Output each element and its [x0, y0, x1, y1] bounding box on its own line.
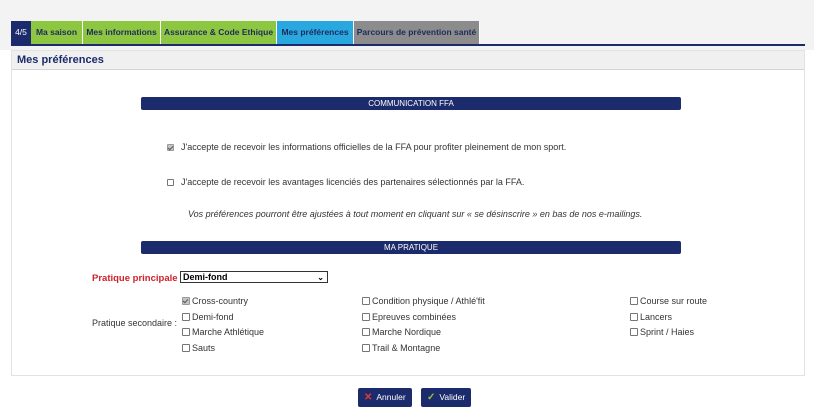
discipline-trail-montagne[interactable]: Trail & Montagne — [362, 343, 440, 353]
discipline-label: Marche Nordique — [372, 327, 442, 337]
close-icon: ✕ — [364, 392, 373, 403]
discipline-label: Lancers — [640, 312, 673, 322]
discipline-label: Condition physique / Athlé'fit — [372, 296, 485, 306]
optin-ffa-row[interactable]: J'accepte de recevoir les informations o… — [167, 142, 566, 152]
tab-mes-informations[interactable]: Mes informations — [83, 21, 161, 44]
discipline-label: Epreuves combinées — [372, 312, 457, 322]
step-indicator: 4/5 — [11, 21, 31, 44]
tab-assurance-code-ethique[interactable]: Assurance & Code Ethique — [161, 21, 277, 44]
tab-parcours-prevention-sante[interactable]: Parcours de prévention santé — [354, 21, 480, 44]
tab-mes-preferences[interactable]: Mes préférences — [277, 21, 354, 44]
preferences-panel: Mes préférences COMMUNICATION FFA J'acce… — [11, 50, 805, 376]
discipline-checkbox[interactable] — [630, 328, 638, 336]
unsubscribe-note: Vos préférences pourront être ajustées à… — [188, 209, 643, 219]
discipline-marche-athletique[interactable]: Marche Athlétique — [182, 327, 264, 337]
discipline-marche-nordique[interactable]: Marche Nordique — [362, 327, 441, 337]
pratique-principale-select[interactable]: Demi-fond ⌄ — [180, 271, 328, 283]
page-title: Mes préférences — [12, 51, 804, 70]
discipline-demi-fond[interactable]: Demi-fond — [182, 312, 234, 322]
discipline-checkbox[interactable] — [630, 313, 638, 321]
pratique-principale-value: Demi-fond — [183, 272, 228, 282]
discipline-checkbox[interactable] — [182, 344, 190, 352]
optin-partners-label: J'accepte de recevoir les avantages lice… — [181, 177, 525, 187]
step-tabs: 4/5 Ma saison Mes informations Assurance… — [11, 21, 480, 44]
pratique-principale-label: Pratique principale : — [92, 273, 184, 284]
optin-ffa-label: J'accepte de recevoir les informations o… — [181, 142, 567, 152]
discipline-checkbox[interactable] — [362, 344, 370, 352]
tab-underline — [11, 44, 805, 46]
discipline-checkbox[interactable] — [362, 328, 370, 336]
cancel-button[interactable]: ✕ Annuler — [358, 388, 412, 407]
section-header-communication: COMMUNICATION FFA — [141, 97, 681, 110]
check-icon: ✓ — [427, 392, 436, 403]
discipline-sprint-haies[interactable]: Sprint / Haies — [630, 327, 694, 337]
discipline-checkbox[interactable] — [182, 297, 190, 305]
tab-ma-saison[interactable]: Ma saison — [31, 21, 83, 44]
discipline-checkbox[interactable] — [362, 297, 370, 305]
discipline-label: Sauts — [192, 343, 216, 353]
discipline-condition-physique[interactable]: Condition physique / Athlé'fit — [362, 296, 485, 306]
validate-button[interactable]: ✓ Valider — [421, 388, 472, 407]
discipline-sauts[interactable]: Sauts — [182, 343, 215, 353]
discipline-label: Cross-country — [192, 296, 249, 306]
discipline-label: Marche Athlétique — [192, 327, 265, 337]
optin-ffa-checkbox[interactable] — [167, 143, 174, 151]
discipline-lancers[interactable]: Lancers — [630, 312, 672, 322]
optin-partners-row[interactable]: J'accepte de recevoir les avantages lice… — [167, 177, 524, 187]
discipline-label: Demi-fond — [192, 312, 234, 322]
discipline-checkbox[interactable] — [362, 313, 370, 321]
discipline-checkbox[interactable] — [182, 328, 190, 336]
chevron-down-icon: ⌄ — [317, 273, 324, 282]
discipline-label: Sprint / Haies — [640, 327, 695, 337]
discipline-label: Trail & Montagne — [372, 343, 441, 353]
discipline-course-sur-route[interactable]: Course sur route — [630, 296, 707, 306]
discipline-checkbox[interactable] — [630, 297, 638, 305]
discipline-epreuves-combinees[interactable]: Epreuves combinées — [362, 312, 456, 322]
discipline-checkbox[interactable] — [182, 313, 190, 321]
validate-label: Valider — [439, 392, 466, 402]
cancel-label: Annuler — [376, 392, 406, 402]
discipline-cross-country[interactable]: Cross-country — [182, 296, 248, 306]
discipline-label: Course sur route — [640, 296, 708, 306]
section-header-pratique: MA PRATIQUE — [141, 241, 681, 254]
pratique-secondaire-label: Pratique secondaire : — [92, 318, 178, 328]
optin-partners-checkbox[interactable] — [167, 178, 174, 186]
